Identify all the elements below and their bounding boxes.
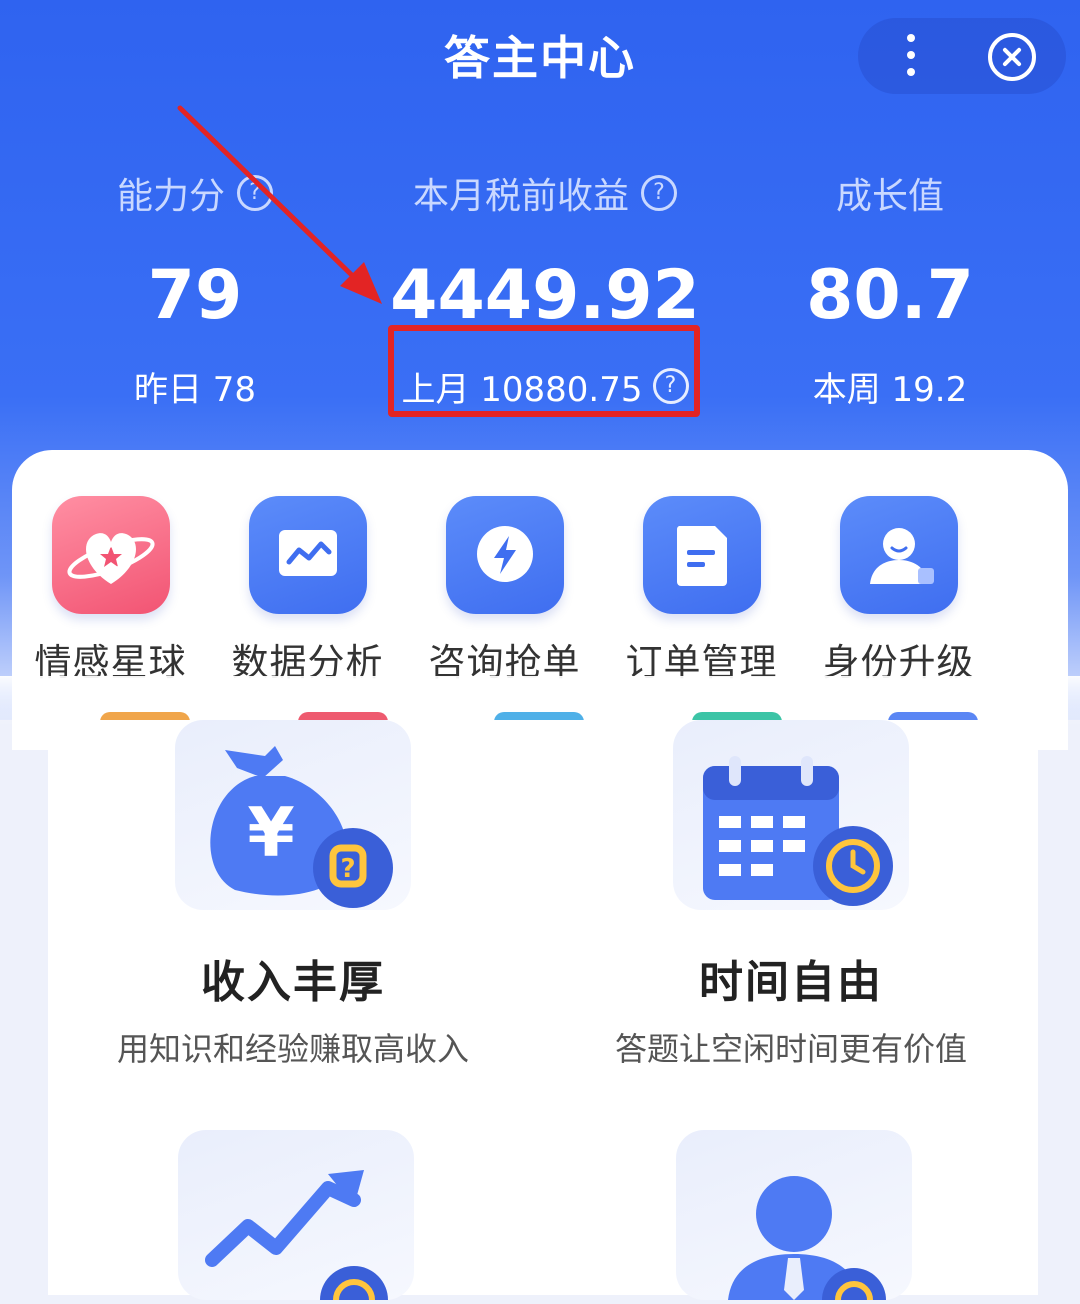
menu-item-data-analysis[interactable]: 数据分析 [209,496,406,686]
feature-desc: 答题让空闲时间更有价值 [614,1030,967,1068]
svg-text:?: ? [340,854,355,884]
user-upgrade-icon [839,496,958,614]
stat-label: 本月税前收益 [412,176,629,217]
person-icon [676,1130,912,1304]
stat-sub: 昨日 78 [133,369,257,410]
stat-growth-value[interactable]: 成长值 80.7 本周 19.2 [770,168,1010,410]
line-chart-icon [248,496,367,614]
stat-label: 成长值 [835,176,944,217]
stat-value: 79 [147,256,243,335]
help-icon[interactable]: ? [641,175,677,211]
feature-time: 时间自由 答题让空闲时间更有价值 [556,720,1026,1070]
close-icon[interactable] [988,33,1036,81]
calendar-clock-icon [673,720,909,910]
menu-item-emotion-planet[interactable]: 情感星球 [12,496,209,686]
feature-title: 时间自由 [699,957,883,1008]
feature-title: 收入丰厚 [201,957,385,1008]
feature-section: ¥ ? 收入丰厚 用知识和经验赚取高收入 时间自由 答题让空闲时间更有价值 [48,720,1038,1304]
stat-sub: 本周 19.2 [812,369,968,410]
stat-value: 4449.92 [390,256,700,335]
lightning-icon [445,496,564,614]
feature-desc: 用知识和经验赚取高收入 [116,1030,469,1068]
help-icon[interactable]: ? [237,175,273,211]
stat-value: 80.7 [806,256,974,335]
stat-label: 能力分 [116,176,225,217]
money-bag-icon: ¥ ? [175,720,411,910]
stat-ability-score[interactable]: 能力分? 79 昨日 78 [70,168,320,410]
menu-item-order-management[interactable]: 订单管理 [603,496,800,686]
menu-item-identity-upgrade[interactable]: 身份升级 [800,496,997,686]
feature-income: ¥ ? 收入丰厚 用知识和经验赚取高收入 [58,720,528,1070]
document-icon [642,496,761,614]
svg-text:¥: ¥ [247,794,294,873]
heart-planet-icon [51,496,170,614]
more-icon[interactable] [904,34,918,80]
highlight-box [388,325,700,417]
menu-item-consult-grab[interactable]: 咨询抢单 [406,496,603,686]
growth-chart-icon [178,1130,414,1304]
